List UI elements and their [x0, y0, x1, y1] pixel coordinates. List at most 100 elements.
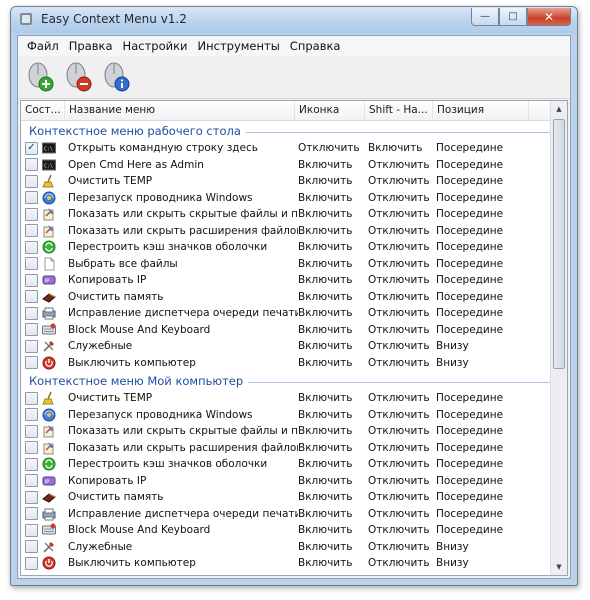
- enable-checkbox[interactable]: [25, 441, 38, 455]
- menu-settings[interactable]: Настройки: [118, 39, 193, 53]
- enable-checkbox[interactable]: [25, 207, 38, 221]
- list-item[interactable]: Выключить компьютер Включить Отключить Вниз…: [21, 555, 567, 572]
- list-item[interactable]: Перестроить кэш значков оболочки Включить…: [21, 239, 567, 256]
- list-item[interactable]: Показать или скрыть расширения файлов Вкл…: [21, 440, 567, 457]
- item-shift-setting: Отключить: [368, 274, 430, 287]
- files-icon: [43, 441, 54, 455]
- enable-checkbox[interactable]: [25, 457, 38, 471]
- enable-checkbox[interactable]: [25, 507, 38, 521]
- minimize-button[interactable]: —: [471, 8, 499, 26]
- list-item[interactable]: Выбрать все файлы Включить Отключить Посере…: [21, 256, 567, 273]
- col-shift[interactable]: Shift - На...: [365, 101, 433, 120]
- item-icon-setting: Включить: [298, 441, 353, 454]
- list-item[interactable]: Показать или скрыть скрытые файлы и папк…: [21, 206, 567, 223]
- menu-file[interactable]: Файл: [22, 39, 64, 53]
- item-name: Исправление диспетчера очереди печати: [68, 307, 298, 320]
- menu-edit[interactable]: Правка: [64, 39, 118, 53]
- item-icon-setting: Включить: [298, 257, 353, 270]
- enable-checkbox[interactable]: [25, 391, 38, 405]
- enable-checkbox[interactable]: [25, 490, 38, 504]
- item-icon-setting: Включить: [298, 158, 353, 171]
- enable-checkbox[interactable]: [25, 323, 38, 337]
- enable-checkbox[interactable]: [25, 556, 38, 570]
- col-position[interactable]: Позиция: [433, 101, 529, 120]
- enable-checkbox[interactable]: ✓: [25, 141, 38, 155]
- item-position: Посередине: [436, 524, 504, 537]
- group-header[interactable]: Контекстное меню рабочего стола: [21, 121, 567, 140]
- item-icon-setting: Включить: [298, 557, 353, 570]
- enable-checkbox[interactable]: [25, 273, 38, 287]
- list-item[interactable]: IP Копировать IP Включить Отключить Посереди…: [21, 272, 567, 289]
- enable-checkbox[interactable]: [25, 174, 38, 188]
- enable-checkbox[interactable]: [25, 356, 38, 370]
- enable-checkbox[interactable]: [25, 290, 38, 304]
- enable-checkbox[interactable]: [25, 240, 38, 254]
- enable-checkbox[interactable]: [25, 474, 38, 488]
- list-item[interactable]: IP Копировать IP Включить Отключить Посереди…: [21, 473, 567, 490]
- group-title: Контекстное меню рабочего стола: [29, 124, 246, 138]
- list-item[interactable]: Очистить память Включить Отключить Посереди…: [21, 489, 567, 506]
- list-item[interactable]: Block Mouse And Keyboard Включить Отключит…: [21, 522, 567, 539]
- list-item[interactable]: Показать или скрыть расширения файлов Вкл…: [21, 223, 567, 240]
- item-shift-setting: Отключить: [368, 340, 430, 353]
- item-name: Копировать IP: [68, 474, 147, 487]
- group-header[interactable]: Контекстное меню Мой компьютер: [21, 371, 567, 390]
- list-item[interactable]: Перестроить кэш значков оболочки Включить…: [21, 456, 567, 473]
- item-name: Очистить TEMP: [68, 175, 153, 188]
- enable-checkbox[interactable]: [25, 424, 38, 438]
- cmd-icon: C:\: [42, 159, 56, 171]
- list-item[interactable]: Исправление диспетчера очереди печати Вкл…: [21, 305, 567, 322]
- item-name: Служебные: [68, 340, 133, 353]
- list-item[interactable]: Перезапуск проводника Windows Включить Отк…: [21, 407, 567, 424]
- list-item[interactable]: Очистить память Включить Отключить Посереди…: [21, 289, 567, 306]
- enable-checkbox[interactable]: [25, 257, 38, 271]
- item-icon-setting: Включить: [298, 392, 353, 405]
- vertical-scrollbar[interactable]: ▲ ▼: [550, 101, 567, 575]
- list-item[interactable]: Очистить TEMP Включить Отключить Посередине: [21, 173, 567, 190]
- col-state[interactable]: Сост...: [21, 101, 65, 120]
- scroll-thumb[interactable]: [553, 119, 565, 369]
- enable-checkbox[interactable]: [25, 523, 38, 537]
- list-item[interactable]: Показать или скрыть скрытые файлы и папк…: [21, 423, 567, 440]
- enable-checkbox[interactable]: [25, 408, 38, 422]
- item-icon-setting: Включить: [298, 524, 353, 537]
- enable-checkbox[interactable]: [25, 306, 38, 320]
- item-icon-setting: Включить: [298, 224, 353, 237]
- add-mouse-icon[interactable]: [24, 61, 56, 93]
- svg-text:IP: IP: [45, 279, 51, 285]
- enable-checkbox[interactable]: [25, 191, 38, 205]
- list-item[interactable]: Исправление диспетчера очереди печати Вкл…: [21, 506, 567, 523]
- list-item[interactable]: Служебные Включить Отключить Внизу: [21, 338, 567, 355]
- info-mouse-icon[interactable]: [100, 61, 132, 93]
- scroll-down-icon[interactable]: ▼: [551, 559, 567, 575]
- svg-text:C:\: C:\: [44, 147, 53, 153]
- item-position: Посередине: [436, 142, 504, 155]
- item-icon-setting: Включить: [298, 290, 353, 303]
- list-item[interactable]: Служебные Включить Отключить Внизу: [21, 539, 567, 556]
- recycle-icon: [42, 457, 56, 471]
- remove-mouse-icon[interactable]: [62, 61, 94, 93]
- list-item[interactable]: C:\ Open Cmd Here as Admin Включить Отключи…: [21, 157, 567, 174]
- col-icon[interactable]: Иконка: [295, 101, 365, 120]
- enable-checkbox[interactable]: [25, 540, 38, 554]
- item-icon-setting: Включить: [298, 208, 353, 221]
- enable-checkbox[interactable]: [25, 224, 38, 238]
- list-item[interactable]: Очистить TEMP Включить Отключить Посередине: [21, 390, 567, 407]
- list-item[interactable]: ✓ C:\ Открыть командную строку здесь Отключ…: [21, 140, 567, 157]
- title-bar[interactable]: Easy Context Menu v1.2 — □ ✕: [11, 7, 577, 33]
- item-shift-setting: Отключить: [368, 557, 430, 570]
- col-name[interactable]: Название меню: [65, 101, 295, 120]
- list-item[interactable]: Выключить компьютер Включить Отключить Вниз…: [21, 355, 567, 372]
- enable-checkbox[interactable]: [25, 158, 38, 172]
- item-name: Block Mouse And Keyboard: [68, 323, 211, 336]
- list-item[interactable]: Block Mouse And Keyboard Включить Отключит…: [21, 322, 567, 339]
- maximize-button[interactable]: □: [499, 8, 527, 26]
- menu-tools[interactable]: Инструменты: [193, 39, 285, 53]
- enable-checkbox[interactable]: [25, 339, 38, 353]
- scroll-up-icon[interactable]: ▲: [551, 101, 567, 117]
- item-position: Посередине: [436, 408, 504, 421]
- close-button[interactable]: ✕: [527, 8, 571, 26]
- menu-help[interactable]: Справка: [285, 39, 346, 53]
- list-item[interactable]: Перезапуск проводника Windows Включить Отк…: [21, 190, 567, 207]
- item-name: Очистить память: [68, 290, 164, 303]
